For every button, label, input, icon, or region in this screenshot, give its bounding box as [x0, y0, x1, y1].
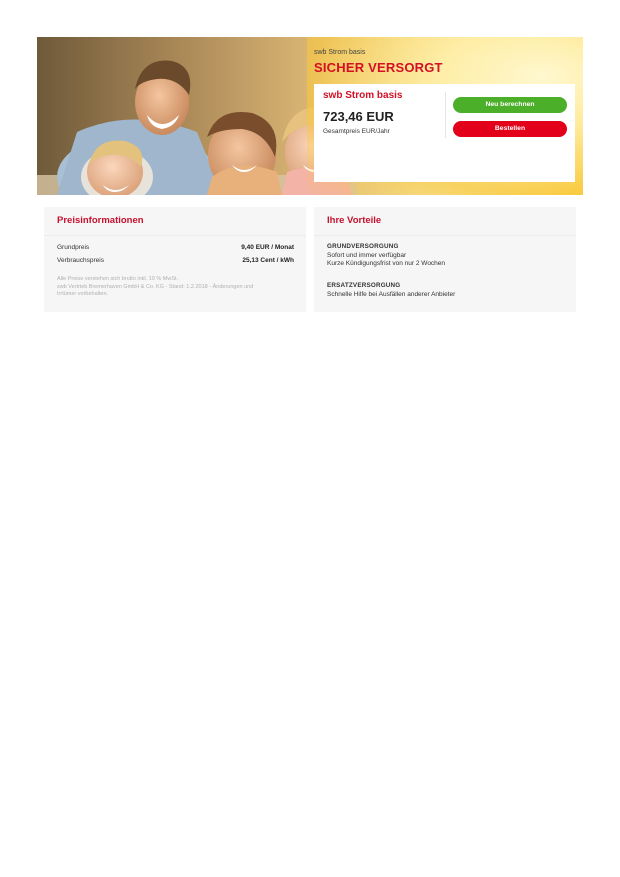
price-info-title: Preisinformationen: [57, 215, 144, 226]
total-price-label: Gesamtpreis EUR/Jahr: [323, 128, 390, 135]
price-row-consumption: Verbrauchspreis 25,13 Cent / kWh: [57, 257, 294, 264]
total-price: 723,46 EUR: [323, 109, 394, 124]
benefits-title: Ihre Vorteile: [327, 215, 382, 226]
hero-kicker: swb Strom basis: [314, 49, 366, 56]
price-row-label: Grundpreis: [57, 244, 90, 251]
benefit-line: Kurze Kündigungsfrist von nur 2 Wochen: [327, 260, 446, 267]
benefit-line: Schnelle Hilfe bei Ausfällen anderer Anb…: [327, 290, 456, 298]
price-footnote: Alle Preise verstehen sich brutto inkl. …: [57, 276, 287, 299]
price-row-label: Verbrauchspreis: [57, 257, 104, 264]
recalculate-button[interactable]: Neu berechnen: [453, 97, 567, 113]
card-divider: [445, 92, 446, 138]
benefit-substitute-supply: ERSATZVERSORGUNG Schnelle Hilfe bei Ausf…: [327, 282, 567, 298]
panel-divider: [314, 235, 576, 236]
benefits-panel: Ihre Vorteile GRUNDVERSORGUNG Sofort und…: [314, 207, 576, 312]
price-row-value: 25,13 Cent / kWh: [242, 257, 294, 264]
price-row-value: 9,40 EUR / Monat: [241, 244, 294, 251]
benefit-line: Sofort und immer verfügbar: [327, 251, 407, 259]
benefit-basic-supply: GRUNDVERSORGUNG Sofort und immer verfügb…: [327, 243, 567, 267]
price-row-base: Grundpreis 9,40 EUR / Monat: [57, 244, 294, 251]
footnote-line: Alle Preise verstehen sich brutto inkl. …: [57, 276, 179, 282]
footnote-line: Irrtümer vorbehalten.: [57, 291, 109, 298]
order-button[interactable]: Bestellen: [453, 121, 567, 137]
footnote-line: swb Vertrieb Bremerhaven GmbH & Co. KG -…: [57, 283, 254, 290]
benefit-heading: ERSATZVERSORGUNG: [327, 282, 401, 289]
panel-divider: [44, 235, 306, 236]
hero-title: SICHER VERSORGT: [314, 60, 443, 75]
price-card: swb Strom basis 723,46 EUR Gesamtpreis E…: [314, 84, 575, 182]
benefit-heading: GRUNDVERSORGUNG: [327, 243, 399, 250]
price-info-panel: Preisinformationen Grundpreis 9,40 EUR /…: [44, 207, 306, 312]
product-name: swb Strom basis: [323, 90, 403, 101]
